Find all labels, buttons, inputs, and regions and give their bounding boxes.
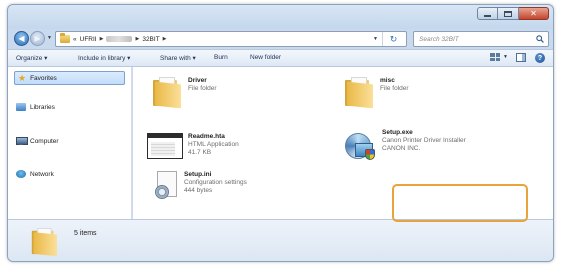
chevron-down-icon: ▼ xyxy=(503,54,508,60)
file-name: misc xyxy=(380,77,395,84)
help-button[interactable]: ? xyxy=(535,53,545,63)
star-icon: ★ xyxy=(18,72,27,83)
nav-item-computer[interactable]: Computer xyxy=(16,137,59,145)
file-company: CANON INC. xyxy=(382,145,421,152)
title-bar: ✕ xyxy=(8,5,553,29)
item-count: 5 items xyxy=(74,230,97,237)
breadcrumb-item-current[interactable]: 32BIT xyxy=(142,36,159,43)
breadcrumb-item-redacted[interactable] xyxy=(106,36,133,42)
file-info: Setup.exe Canon Printer Driver Installer… xyxy=(382,129,466,153)
minimize-icon xyxy=(484,14,491,17)
nav-item-label: Network xyxy=(30,170,54,178)
file-size: 444 bytes xyxy=(184,187,213,194)
installer-icon xyxy=(343,129,377,161)
recent-pages-dropdown[interactable]: ▼ xyxy=(47,35,52,41)
file-name: Setup.exe xyxy=(382,129,413,136)
minimize-button[interactable] xyxy=(477,7,498,20)
close-button[interactable]: ✕ xyxy=(519,7,549,20)
nav-item-label: Libraries xyxy=(30,103,55,111)
library-icon xyxy=(16,103,26,111)
file-item-setup-ini[interactable]: Setup.ini Configuration settings 444 byt… xyxy=(151,171,247,201)
help-icon: ? xyxy=(535,53,545,63)
folder-icon xyxy=(60,33,70,43)
command-bar: Organize ▾ Include in library ▾ Share wi… xyxy=(8,49,553,67)
file-name: Driver xyxy=(188,77,207,84)
nav-item-label: Favorites xyxy=(30,74,57,82)
html-application-icon xyxy=(147,133,183,159)
window-controls: ✕ xyxy=(477,7,549,20)
include-in-library-menu[interactable]: Include in library ▾ xyxy=(78,54,130,62)
navigation-pane: ★ Favorites Libraries Computer Network xyxy=(8,67,132,219)
nav-item-label: Computer xyxy=(30,137,59,145)
folder-icon xyxy=(30,228,59,257)
burn-button[interactable]: Burn xyxy=(214,54,228,61)
nav-item-favorites[interactable]: ★ Favorites xyxy=(14,71,125,85)
computer-icon xyxy=(16,137,28,145)
file-name: Readme.hta xyxy=(188,133,225,140)
chevron-right-icon[interactable]: ▶ xyxy=(100,36,104,42)
settings-file-icon xyxy=(155,171,179,201)
folder-icon xyxy=(151,77,183,109)
file-info: misc File folder xyxy=(380,77,409,93)
details-pane: 5 items xyxy=(8,219,553,261)
refresh-button[interactable]: ↻ xyxy=(382,32,404,46)
chevron-right-icon[interactable]: ▶ xyxy=(163,36,167,42)
back-arrow-icon: ◀ xyxy=(18,34,25,43)
file-item-driver[interactable]: Driver File folder xyxy=(151,77,217,109)
close-icon: ✕ xyxy=(530,8,537,18)
preview-pane-icon xyxy=(516,53,526,62)
search-placeholder: Search 32BIT xyxy=(419,35,459,43)
breadcrumb-overflow[interactable]: « xyxy=(73,36,77,43)
refresh-icon: ↻ xyxy=(389,33,398,44)
file-size: 41.7 KB xyxy=(188,149,212,156)
file-info: Readme.hta HTML Application 41.7 KB xyxy=(188,133,239,157)
breadcrumb-item-ufrii[interactable]: UFRII xyxy=(80,36,97,43)
address-bar[interactable]: « UFRII ▶ ▶ 32BIT ▶ ▼ ↻ xyxy=(55,31,407,47)
change-view-button[interactable]: ▼ xyxy=(490,53,508,61)
file-info: Driver File folder xyxy=(188,77,217,93)
preview-pane-button[interactable] xyxy=(516,53,526,62)
address-dropdown-icon[interactable]: ▼ xyxy=(373,36,378,42)
file-type: Configuration settings xyxy=(184,179,247,186)
nav-item-libraries[interactable]: Libraries xyxy=(16,103,55,111)
file-type: File folder xyxy=(188,85,217,92)
file-item-setup-exe[interactable]: Setup.exe Canon Printer Driver Installer… xyxy=(343,129,466,161)
search-input[interactable]: Search 32BIT xyxy=(413,31,549,47)
share-with-menu[interactable]: Share with ▾ xyxy=(160,54,196,62)
file-item-readme[interactable]: Readme.hta HTML Application 41.7 KB xyxy=(147,133,239,159)
network-icon xyxy=(16,170,26,178)
file-info: Setup.ini Configuration settings 444 byt… xyxy=(184,171,247,195)
view-options-icon xyxy=(490,53,500,61)
file-type: File folder xyxy=(380,85,409,92)
file-description: Canon Printer Driver Installer xyxy=(382,137,466,144)
address-row: ◀ ▶ ▼ « UFRII ▶ ▶ 32BIT ▶ ▼ ↻ Search 32B… xyxy=(8,29,553,49)
file-name: Setup.ini xyxy=(184,171,212,178)
maximize-button[interactable] xyxy=(498,7,519,20)
forward-button[interactable]: ▶ xyxy=(30,31,45,46)
file-item-misc[interactable]: misc File folder xyxy=(343,77,409,109)
back-button[interactable]: ◀ xyxy=(14,31,29,46)
folder-icon xyxy=(343,77,375,109)
explorer-window: ✕ ◀ ▶ ▼ « UFRII ▶ ▶ 32BIT ▶ ▼ ↻ Search 3… xyxy=(7,4,554,262)
file-type: HTML Application xyxy=(188,141,239,148)
forward-arrow-icon: ▶ xyxy=(34,34,41,43)
chevron-right-icon[interactable]: ▶ xyxy=(135,36,139,42)
selection-highlight xyxy=(392,184,528,222)
new-folder-button[interactable]: New folder xyxy=(250,54,281,61)
search-icon xyxy=(536,35,544,43)
maximize-icon xyxy=(504,10,512,17)
organize-menu[interactable]: Organize ▾ xyxy=(16,54,47,62)
nav-item-network[interactable]: Network xyxy=(16,170,54,178)
